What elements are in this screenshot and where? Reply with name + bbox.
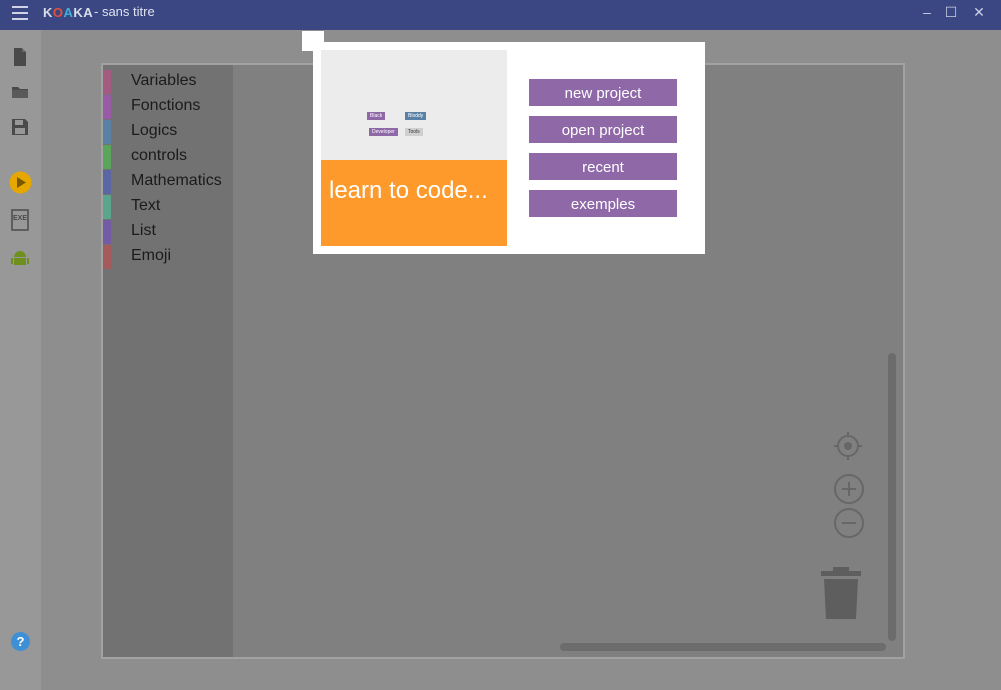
toolbox-category-list[interactable]: List <box>103 220 233 244</box>
toolbox-category-emoji[interactable]: Emoji <box>103 245 233 269</box>
toolbox-category-logics[interactable]: Logics <box>103 120 233 144</box>
zoom-out-icon[interactable] <box>833 507 865 544</box>
category-color-bar <box>103 145 111 169</box>
recenter-icon[interactable] <box>833 431 863 466</box>
minimize-button[interactable]: – <box>917 4 937 20</box>
new-project-button[interactable]: new project <box>529 79 677 106</box>
hamburger-menu-icon[interactable] <box>12 6 28 24</box>
category-label: Mathematics <box>131 172 222 189</box>
title-bar: KOAKA - sans titre – ☐ ✕ <box>0 0 1001 30</box>
category-color-bar <box>103 70 111 94</box>
category-color-bar <box>103 245 111 269</box>
category-label: Logics <box>131 122 178 139</box>
toolbox-category-variables[interactable]: Variables <box>103 70 233 94</box>
left-toolbar: EXE ? <box>0 30 42 690</box>
category-label: controls <box>131 147 188 164</box>
open-folder-icon[interactable] <box>10 82 30 102</box>
category-color-bar <box>103 170 111 194</box>
new-file-icon[interactable] <box>10 47 30 67</box>
start-dialog: Black Bloddy Developer Tools learn to co… <box>313 42 705 254</box>
category-color-bar <box>103 220 111 244</box>
category-label: Text <box>131 197 161 214</box>
app-logo: KOAKA <box>43 5 94 20</box>
exe-icon[interactable]: EXE <box>10 209 30 231</box>
open-project-button[interactable]: open project <box>529 116 677 143</box>
toolbox: Variables Fonctions Logics controls Math… <box>103 65 233 657</box>
maximize-button[interactable]: ☐ <box>941 4 961 21</box>
block-preview-image: Black Bloddy Developer Tools <box>321 50 507 160</box>
category-label: List <box>131 222 156 239</box>
toolbox-category-controls[interactable]: controls <box>103 145 233 169</box>
learn-to-code-tile[interactable]: learn to code... <box>321 160 507 246</box>
window-title: - sans titre <box>94 4 155 19</box>
learn-to-code-label: learn to code... <box>329 177 488 204</box>
run-icon[interactable] <box>9 171 32 194</box>
category-label: Emoji <box>131 247 172 264</box>
vertical-scrollbar[interactable] <box>888 353 896 641</box>
save-icon[interactable] <box>10 117 30 137</box>
help-icon[interactable]: ? <box>11 632 30 651</box>
toolbox-category-mathematics[interactable]: Mathematics <box>103 170 233 194</box>
category-color-bar <box>103 95 111 119</box>
exe-label: EXE <box>13 215 28 222</box>
toolbox-category-text[interactable]: Text <box>103 195 233 219</box>
preview-block: Black <box>367 112 386 120</box>
category-label: Variables <box>131 72 197 89</box>
recent-button[interactable]: recent <box>529 153 677 180</box>
category-color-bar <box>103 195 111 219</box>
category-color-bar <box>103 120 111 144</box>
close-button[interactable]: ✕ <box>969 4 989 21</box>
category-label: Fonctions <box>131 97 201 114</box>
toolbox-category-fonctions[interactable]: Fonctions <box>103 95 233 119</box>
android-icon[interactable] <box>10 248 30 268</box>
preview-block: Bloddy <box>405 112 427 120</box>
trash-icon[interactable] <box>819 565 863 628</box>
examples-button[interactable]: exemples <box>529 190 677 217</box>
zoom-in-icon[interactable] <box>833 473 865 510</box>
preview-block: Tools <box>405 128 423 136</box>
preview-block: Developer <box>369 128 398 136</box>
horizontal-scrollbar[interactable] <box>560 643 886 651</box>
